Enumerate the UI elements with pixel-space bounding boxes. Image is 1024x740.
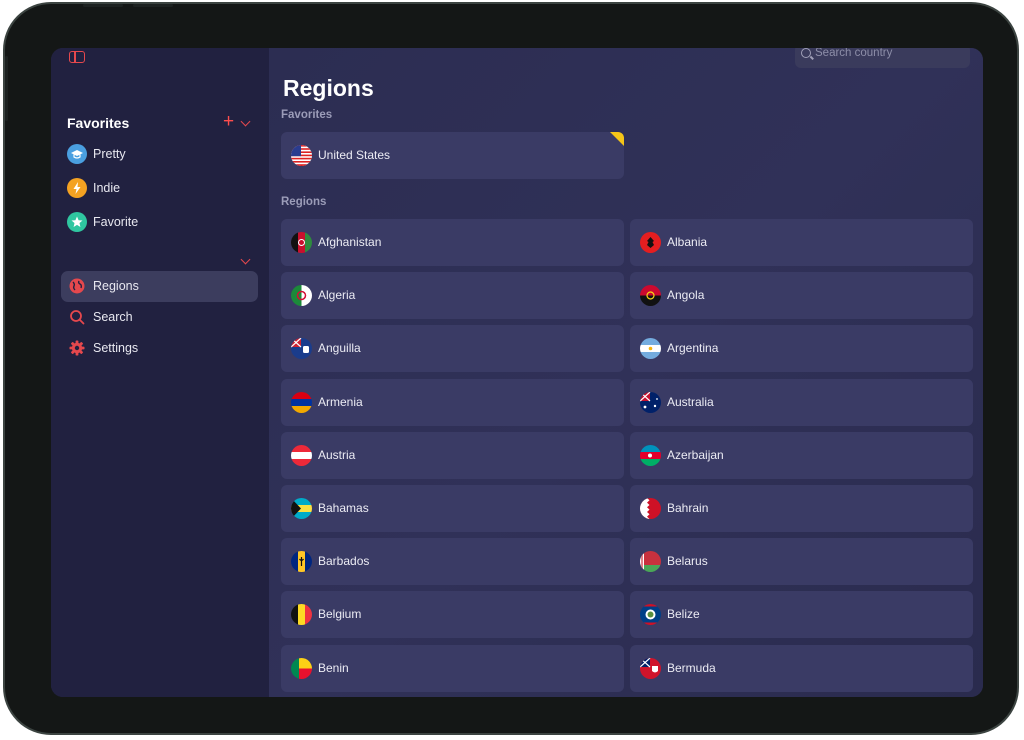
hardware-button — [133, 4, 173, 7]
country-card[interactable]: Angola — [630, 272, 973, 319]
country-card[interactable]: Armenia — [281, 379, 624, 426]
gear-icon — [67, 338, 87, 358]
flag-bs-icon — [291, 498, 312, 519]
flag-af-icon — [291, 232, 312, 253]
country-name: Albania — [667, 235, 708, 249]
country-name: Algeria — [318, 288, 356, 302]
country-name: Bahamas — [318, 501, 369, 515]
search-input[interactable]: Search country — [795, 48, 970, 68]
regions-section-label: Regions — [281, 196, 327, 208]
country-card[interactable]: Austria — [281, 432, 624, 479]
flag-bh-icon — [640, 498, 661, 519]
country-card[interactable]: Belize — [630, 591, 973, 638]
flag-at-icon — [291, 445, 312, 466]
country-name: United States — [318, 148, 391, 162]
flag-au-icon — [640, 392, 661, 413]
country-card[interactable]: Bermuda — [630, 645, 973, 692]
graduation-cap-icon — [67, 144, 87, 164]
favorites-heading: Favorites — [67, 115, 130, 131]
hardware-button — [83, 4, 123, 7]
country-card[interactable]: Barbados — [281, 538, 624, 585]
section-chevron-down-icon[interactable] — [240, 254, 251, 265]
country-card[interactable]: Albania — [630, 219, 973, 266]
sidebar-item-label: Indie — [93, 181, 121, 195]
country-name: Anguilla — [318, 341, 361, 355]
flag-ar-icon — [640, 338, 661, 359]
sidebar-item-search[interactable]: Search — [61, 302, 258, 333]
sidebar-item-label: Pretty — [93, 147, 126, 161]
country-card[interactable]: Azerbaijan — [630, 432, 973, 479]
sidebar-item-label: Search — [93, 310, 133, 324]
flag-ao-icon — [640, 285, 661, 306]
sidebar-toggle-icon[interactable] — [69, 51, 85, 63]
sidebar-item-settings[interactable]: Settings — [61, 333, 258, 364]
flag-bz-icon — [640, 604, 661, 625]
country-name: Belgium — [318, 607, 362, 621]
sidebar-item-label: Settings — [93, 341, 139, 355]
search-placeholder: Search country — [815, 48, 893, 59]
star-icon — [67, 212, 87, 232]
lightning-icon — [67, 178, 87, 198]
country-name: Benin — [318, 661, 349, 675]
flag-bj-icon — [291, 658, 312, 679]
country-name: Armenia — [318, 395, 363, 409]
country-name: Bermuda — [667, 661, 716, 675]
favorites-section-label: Favorites — [281, 109, 333, 121]
flag-dz-icon — [291, 285, 312, 306]
tablet-frame: Favorites + Pretty Indie Favorite Region… — [3, 2, 1019, 735]
country-card[interactable]: Australia — [630, 379, 973, 426]
sidebar-item-pretty[interactable]: Pretty — [61, 139, 258, 170]
country-card[interactable]: Belarus — [630, 538, 973, 585]
page-title: Regions — [283, 75, 374, 101]
country-name: Belarus — [667, 554, 708, 568]
country-card[interactable]: Bahrain — [630, 485, 973, 532]
sidebar-item-favorite[interactable]: Favorite — [61, 207, 258, 238]
country-card[interactable]: Belgium — [281, 591, 624, 638]
country-name: Belize — [667, 607, 700, 621]
country-card[interactable]: Algeria — [281, 272, 624, 319]
sidebar-item-regions[interactable]: Regions — [61, 271, 258, 302]
country-name: Austria — [318, 448, 356, 462]
flag-us-icon — [291, 145, 312, 166]
add-favorite-button[interactable]: + — [223, 112, 234, 131]
flag-az-icon — [640, 445, 661, 466]
flag-ai-icon — [291, 338, 312, 359]
country-name: Azerbaijan — [667, 448, 724, 462]
flag-am-icon — [291, 392, 312, 413]
sidebar: Favorites + Pretty Indie Favorite Region… — [51, 48, 269, 697]
country-card[interactable]: Argentina — [630, 325, 973, 372]
flag-al-icon — [640, 232, 661, 253]
flag-by-icon — [640, 551, 661, 572]
favorites-chevron-down-icon[interactable] — [240, 116, 251, 127]
country-card[interactable]: Benin — [281, 645, 624, 692]
hardware-button — [5, 56, 8, 121]
favorite-corner-badge — [610, 132, 624, 146]
flag-bm-icon — [640, 658, 661, 679]
country-name: Bahrain — [667, 501, 709, 515]
search-icon — [801, 48, 811, 58]
country-card[interactable]: Afghanistan — [281, 219, 624, 266]
country-card[interactable]: Bahamas — [281, 485, 624, 532]
flag-be-icon — [291, 604, 312, 625]
country-name: Argentina — [667, 341, 719, 355]
country-name: Australia — [667, 395, 714, 409]
sidebar-item-indie[interactable]: Indie — [61, 173, 258, 204]
flag-bb-icon — [291, 551, 312, 572]
main-content: Search country Regions Favorites United … — [269, 48, 983, 697]
country-name: Afghanistan — [318, 235, 382, 249]
sidebar-item-label: Favorite — [93, 215, 139, 229]
sidebar-item-label: Regions — [93, 279, 139, 293]
search-icon — [67, 307, 87, 327]
country-card[interactable]: Anguilla — [281, 325, 624, 372]
favorite-country-card[interactable]: United States — [281, 132, 624, 179]
globe-icon — [67, 276, 87, 296]
app-window: Favorites + Pretty Indie Favorite Region… — [51, 48, 983, 697]
country-name: Barbados — [318, 554, 370, 568]
country-name: Angola — [667, 288, 705, 302]
